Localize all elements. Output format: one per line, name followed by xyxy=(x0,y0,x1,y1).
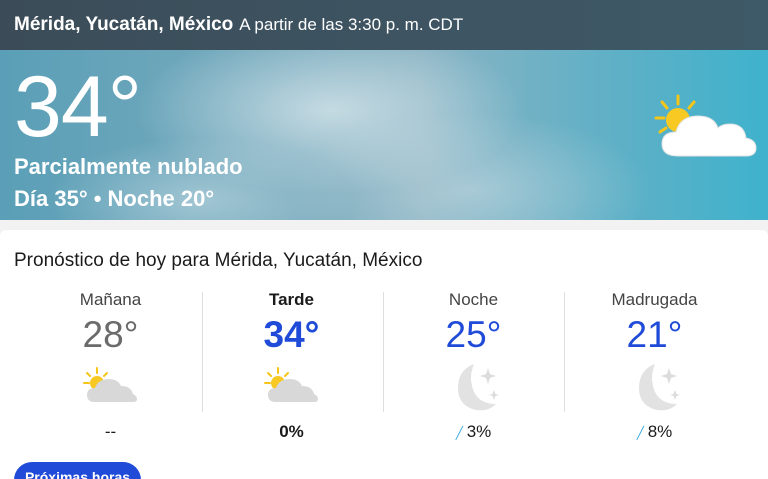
period-name: Madrugada xyxy=(611,290,698,309)
location-header: Mérida, Yucatán, México A partir de las … xyxy=(0,0,768,50)
period-name: Noche xyxy=(448,290,499,309)
forecast-title: Pronóstico de hoy para Mérida, Yucatán, … xyxy=(14,250,423,271)
period-temp: 34° xyxy=(263,314,320,355)
period-temp: 28° xyxy=(82,314,139,355)
period-precip: ╱ 8% xyxy=(564,422,745,442)
precip-value: 3% xyxy=(466,422,492,441)
period-temp: 21° xyxy=(626,314,683,355)
period-precip: -- xyxy=(104,422,117,441)
period-name: Mañana xyxy=(79,290,142,309)
day-night-temps: Día 35° • Noche 20° xyxy=(14,186,215,211)
period-manana[interactable]: Mañana 28° -- xyxy=(20,290,201,450)
current-condition: Parcialmente nublado xyxy=(14,154,243,179)
period-noche[interactable]: Noche 25° ╱ 3% xyxy=(383,290,564,450)
current-temperature: 34° xyxy=(14,59,142,155)
period-name: Tarde xyxy=(268,290,315,309)
period-precip: ╱ 3% xyxy=(383,422,564,442)
partly-cloudy-icon xyxy=(82,367,137,402)
as-of-time: A partir de las 3:30 p. m. CDT xyxy=(239,15,464,34)
period-temp: 25° xyxy=(445,314,502,355)
moon-stars-icon xyxy=(638,364,680,411)
today-forecast-card: Pronóstico de hoy para Mérida, Yucatán, … xyxy=(0,230,768,479)
next-hours-button[interactable]: Próximas horas xyxy=(14,462,141,479)
partly-cloudy-icon xyxy=(263,367,318,402)
period-precip: 0% xyxy=(279,422,304,441)
precip-value: 8% xyxy=(647,422,673,441)
raindrop-icon: ╱ xyxy=(636,426,644,440)
raindrop-icon: ╱ xyxy=(455,426,463,440)
period-tarde[interactable]: Tarde 34° 0% xyxy=(201,290,382,450)
current-conditions-panel: 34° Parcialmente nublado Día 35° • Noche… xyxy=(0,50,768,220)
period-madrugada[interactable]: Madrugada 21° ╱ 8% xyxy=(564,290,745,450)
partly-cloudy-icon xyxy=(654,94,757,157)
moon-stars-icon xyxy=(457,364,499,411)
location-name: Mérida, Yucatán, México xyxy=(14,14,234,35)
